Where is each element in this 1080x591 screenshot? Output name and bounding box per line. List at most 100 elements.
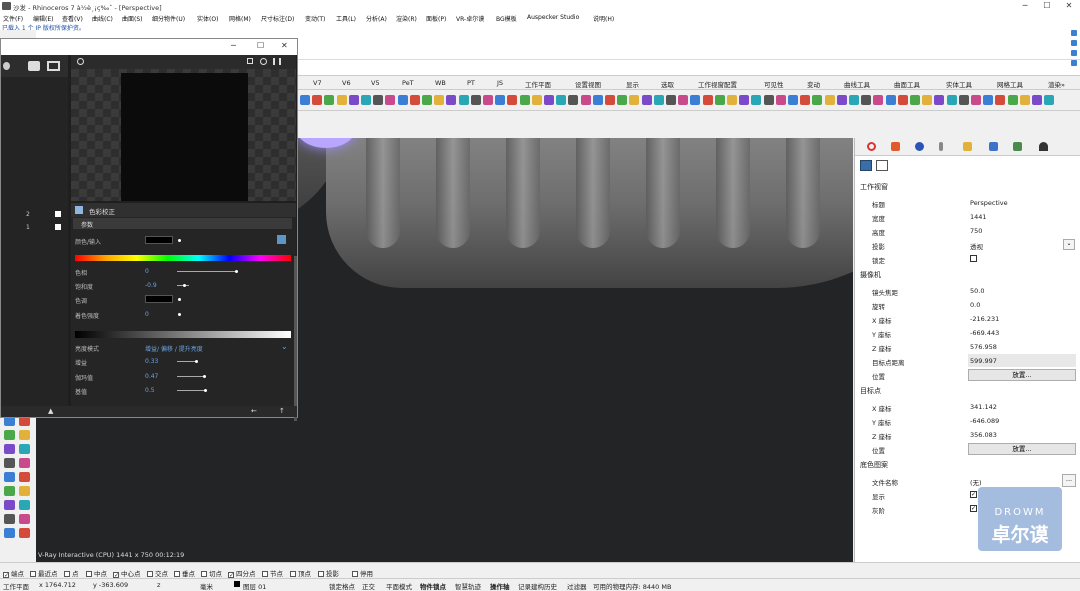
menu-bg[interactable]: BG模板 xyxy=(496,14,517,23)
toolbar-icon[interactable] xyxy=(336,95,347,105)
menu-edit[interactable]: 编辑(E) xyxy=(33,14,53,23)
toolbar-icon[interactable] xyxy=(958,95,969,105)
toolbar-icon[interactable] xyxy=(714,95,725,105)
tool-icon[interactable] xyxy=(19,430,30,440)
menu-subd[interactable]: 细分物件(U) xyxy=(152,14,185,23)
history-toggle[interactable]: 记录建构历史 xyxy=(518,581,557,591)
menu-panels[interactable]: 面板(P) xyxy=(426,14,446,23)
toolbar-icon[interactable] xyxy=(788,95,798,105)
tab-mesh-tools[interactable]: 网格工具 xyxy=(997,79,1023,89)
toolbar-icon[interactable] xyxy=(373,95,384,105)
hue-slider-knob[interactable] xyxy=(235,270,238,273)
osnap-checkbox[interactable] xyxy=(147,571,153,577)
toolbar-icon[interactable] xyxy=(1071,30,1077,36)
maximize-button[interactable]: ☐ xyxy=(1036,0,1058,12)
tab-pet[interactable]: PeT xyxy=(402,79,414,87)
tool-icon[interactable] xyxy=(4,486,15,496)
gear-icon[interactable] xyxy=(3,62,10,70)
toolbar-icon[interactable] xyxy=(397,95,408,105)
camera-y-field[interactable]: -669.443 xyxy=(968,326,1076,339)
osnap-checkbox[interactable] xyxy=(262,571,268,577)
show-checkbox[interactable]: ✓ xyxy=(970,491,977,498)
osnap-center[interactable]: ✓ 中心点 xyxy=(113,568,141,579)
osnap-knot[interactable]: 节点 xyxy=(262,568,283,578)
gumball-toggle[interactable]: 操作轴 xyxy=(490,581,510,591)
menu-solid[interactable]: 实体(O) xyxy=(197,14,218,23)
tool-icon[interactable] xyxy=(4,458,15,468)
osnap-tangent[interactable]: 切点 xyxy=(201,568,222,578)
planar-toggle[interactable]: 平面模式 xyxy=(386,581,412,591)
toolbar-icon[interactable] xyxy=(1071,60,1077,66)
render-icon[interactable] xyxy=(28,61,40,71)
clean-icon[interactable]: ▲ xyxy=(48,407,53,415)
toolbar-icon[interactable] xyxy=(361,95,371,105)
tab-js[interactable]: JS xyxy=(497,79,503,87)
toolbar-icon[interactable] xyxy=(1032,95,1042,105)
toolbar-icon[interactable] xyxy=(983,95,994,105)
toolbar-icon[interactable] xyxy=(995,95,1006,105)
projection-dropdown[interactable]: 透视 xyxy=(968,238,1076,251)
pen-icon[interactable] xyxy=(939,142,943,151)
grid-snap-toggle[interactable]: 锁定格点 xyxy=(329,581,355,591)
toolbar-icon[interactable] xyxy=(300,95,310,105)
menu-mesh[interactable]: 网格(M) xyxy=(229,14,251,23)
tool-icon[interactable] xyxy=(4,514,15,524)
toolbar-icon[interactable] xyxy=(653,95,664,105)
toolbar-icon[interactable] xyxy=(934,95,945,105)
tint-strength-knob[interactable] xyxy=(178,313,181,316)
menu-dimension[interactable]: 尺寸标注(D) xyxy=(261,14,294,23)
tab-wb[interactable]: WB xyxy=(435,79,446,87)
osnap-project[interactable]: 投影 xyxy=(318,568,339,578)
ortho-toggle[interactable]: 正交 xyxy=(362,581,375,591)
tool-icon[interactable] xyxy=(19,458,30,468)
filename-field[interactable]: (无) xyxy=(968,474,1060,487)
material-icon[interactable] xyxy=(891,142,900,151)
tab-surface-tools[interactable]: 曲面工具 xyxy=(894,79,920,89)
tool-icon[interactable] xyxy=(4,444,15,454)
menu-file[interactable]: 文件(F) xyxy=(3,14,23,23)
title-field[interactable]: Perspective xyxy=(968,196,1076,209)
tab-visibility[interactable]: 可见性 xyxy=(764,79,784,89)
lens-field[interactable]: 50.0 xyxy=(968,284,1076,297)
toolbar-icon[interactable] xyxy=(617,95,628,105)
tab-render[interactable]: 渲染» xyxy=(1048,79,1065,89)
tool-icon[interactable] xyxy=(19,444,30,454)
folder-icon[interactable] xyxy=(963,142,972,151)
gain-slider[interactable] xyxy=(177,361,197,362)
toolbar-icon[interactable] xyxy=(483,95,493,105)
toolbar-icon[interactable] xyxy=(568,95,579,105)
lift-slider-knob[interactable] xyxy=(204,389,207,392)
osnap-checkbox[interactable] xyxy=(30,571,36,577)
close-button[interactable]: ✕ xyxy=(1058,0,1080,12)
menu-help[interactable]: 说明(H) xyxy=(593,14,614,23)
menu-surface[interactable]: 曲面(S) xyxy=(122,14,143,23)
osnap-point[interactable]: 点 xyxy=(64,568,79,578)
tool-icon[interactable] xyxy=(19,528,30,538)
hue-slider[interactable] xyxy=(177,271,235,272)
osnap-checkbox[interactable] xyxy=(64,571,70,577)
menu-tools[interactable]: 工具(L) xyxy=(336,14,356,23)
arrow-up-icon[interactable]: ↑ xyxy=(279,407,285,415)
tab-v7[interactable]: V7 xyxy=(313,79,322,87)
lock-checkbox[interactable] xyxy=(970,255,977,262)
preview-expand-icon[interactable] xyxy=(273,58,281,65)
color-correction-header[interactable]: 色彩校正 xyxy=(71,203,296,217)
toolbar-icon[interactable] xyxy=(507,95,518,105)
preview-frame-icon[interactable] xyxy=(247,58,253,64)
gain-slider-knob[interactable] xyxy=(195,360,198,363)
frame-buffer-icon[interactable] xyxy=(47,61,60,71)
toolbar-icon[interactable] xyxy=(422,95,432,105)
osnap-intersection[interactable]: 交点 xyxy=(147,568,168,578)
osnap-checkbox[interactable] xyxy=(86,571,92,577)
camera-x-field[interactable]: -216.231 xyxy=(968,312,1076,325)
cplane-indicator[interactable]: 工作平面 xyxy=(3,581,29,591)
toolbar-icon[interactable] xyxy=(971,95,981,105)
menu-view[interactable]: 查看(V) xyxy=(62,14,83,23)
toolbar-icon[interactable] xyxy=(836,95,847,105)
toolbar-icon[interactable] xyxy=(800,95,811,105)
toolbar-icon[interactable] xyxy=(312,95,323,105)
window-view-icon[interactable] xyxy=(876,160,888,171)
viewport-properties-icon[interactable] xyxy=(867,142,876,151)
toolbar-icon[interactable] xyxy=(910,95,920,105)
tab-pt[interactable]: PT xyxy=(467,79,475,87)
